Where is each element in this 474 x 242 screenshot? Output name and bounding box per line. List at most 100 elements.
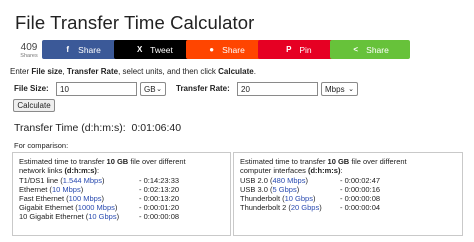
rate-link[interactable]: 20 Gbps bbox=[291, 203, 319, 212]
transfer-rate-unit-select[interactable]: Mbps ⌄ bbox=[321, 82, 358, 96]
share-button-label: Share bbox=[366, 44, 389, 55]
panel-heading: Estimated time to transfer 10 GB file ov… bbox=[240, 157, 456, 175]
rate-link[interactable]: 10 Mbps bbox=[52, 185, 81, 194]
share-button[interactable]: X Tweet bbox=[114, 40, 194, 59]
share-button[interactable]: f Share bbox=[42, 40, 122, 59]
link-name: ) bbox=[114, 203, 118, 212]
share-button-label: Tweet bbox=[150, 44, 173, 55]
transfer-time-result: Transfer Time (d:h:m:s): 0:01:06:40 bbox=[14, 122, 181, 134]
link-name: Gigabit Ethernet ( bbox=[19, 203, 78, 212]
result-value: 0:01:06:40 bbox=[131, 122, 182, 134]
list-item: 10 Gigabit Ethernet (10 Gbps) - 0:00:00:0… bbox=[19, 212, 224, 221]
rate-link[interactable]: 1.544 Mbps bbox=[63, 176, 102, 185]
instructions-bold: File size bbox=[31, 67, 63, 76]
transfer-time-value: - 0:14:23:33 bbox=[139, 176, 180, 185]
heading-bold: (d:h:m:s) bbox=[64, 166, 97, 175]
heading-text: Estimated time to transfer bbox=[240, 157, 328, 166]
transfer-time-value: - 0:00:13:20 bbox=[139, 194, 180, 203]
heading-text: file over different bbox=[349, 157, 407, 166]
list-item: Fast Ethernet (100 Mbps) - 0:00:13:20 bbox=[19, 194, 224, 203]
instructions-text: . bbox=[253, 67, 256, 76]
share-button-label: Share bbox=[222, 44, 245, 55]
transfer-time-value: - 0:00:00:04 bbox=[340, 203, 381, 212]
file-size-input[interactable]: 10 bbox=[56, 82, 137, 96]
link-name: ) bbox=[312, 194, 316, 203]
list-item: Thunderbolt 2 (20 Gbps) - 0:00:00:04 bbox=[240, 203, 456, 212]
share-count: 409 Shares bbox=[16, 43, 42, 60]
chevron-down-icon: ⌄ bbox=[348, 86, 354, 93]
list-item: Ethernet (10 Mbps) - 0:02:13:20 bbox=[19, 185, 224, 194]
instructions-bold: Calculate bbox=[218, 67, 254, 76]
heading-bold: (d:h:m:s) bbox=[307, 166, 341, 175]
share-count-number: 409 bbox=[20, 42, 38, 53]
share-icon: < bbox=[353, 45, 358, 54]
list-item: T1/DS1 line (1.544 Mbps) - 0:14:23:33 bbox=[19, 176, 224, 185]
link-name: ) bbox=[116, 212, 120, 221]
rate-link[interactable]: 480 Mbps bbox=[273, 176, 306, 185]
link-name: ) bbox=[305, 176, 308, 185]
reddit-icon: ● bbox=[209, 45, 215, 54]
link-name: USB 2.0 ( bbox=[240, 176, 273, 185]
link-name: T1/DS1 line ( bbox=[19, 176, 63, 185]
panel-heading: Estimated time to transfer 10 GB file ov… bbox=[19, 157, 224, 175]
link-name: ) bbox=[296, 185, 300, 194]
list-item: USB 3.0 (5 Gbps) - 0:00:00:16 bbox=[240, 185, 456, 194]
instructions: Enter File size, Transfer Rate, select u… bbox=[10, 67, 256, 76]
file-size-unit-select[interactable]: GB ⌄ bbox=[140, 82, 166, 96]
rate-link[interactable]: 10 Gbps bbox=[88, 212, 116, 221]
calculate-button[interactable]: Calculate bbox=[13, 99, 55, 112]
share-button[interactable]: P Pin bbox=[258, 40, 338, 59]
rate-link[interactable]: 10 Gbps bbox=[285, 194, 313, 203]
transfer-time-value: - 0:00:01:20 bbox=[139, 203, 180, 212]
link-name: Thunderbolt 2 ( bbox=[240, 203, 291, 212]
link-name: ) bbox=[101, 176, 105, 185]
heading-text: network links bbox=[19, 166, 65, 175]
link-name: ) bbox=[319, 203, 322, 212]
file-size-unit-value: GB bbox=[144, 85, 156, 94]
file-size-label: File Size: bbox=[14, 84, 49, 93]
rate-link[interactable]: 100 Mbps bbox=[69, 194, 102, 203]
heading-text: : bbox=[340, 166, 343, 175]
chevron-down-icon: ⌄ bbox=[156, 86, 162, 93]
rate-link[interactable]: 1000 Mbps bbox=[78, 203, 115, 212]
transfer-time-value: - 0:00:02:47 bbox=[340, 176, 381, 185]
share-button-label: Share bbox=[78, 44, 101, 55]
share-button[interactable]: < Share bbox=[330, 40, 410, 59]
heading-bold: 10 GB bbox=[106, 157, 129, 166]
transfer-rate-label: Transfer Rate: bbox=[176, 84, 230, 93]
list-item: USB 2.0 (480 Mbps) - 0:00:02:47 bbox=[240, 176, 456, 185]
link-name: Fast Ethernet ( bbox=[19, 194, 69, 203]
list-item: Gigabit Ethernet (1000 Mbps) - 0:00:01:20 bbox=[19, 203, 224, 212]
heading-bold: 10 GB bbox=[327, 157, 350, 166]
link-name: USB 3.0 ( bbox=[240, 185, 273, 194]
pinterest-icon: P bbox=[286, 45, 292, 54]
link-name: Ethernet ( bbox=[19, 185, 52, 194]
rate-link[interactable]: 5 Gbps bbox=[273, 185, 297, 194]
heading-text: file over different bbox=[128, 157, 186, 166]
share-count-label: Shares bbox=[20, 53, 38, 59]
link-name: ) bbox=[80, 185, 84, 194]
heading-text: computer interfaces bbox=[240, 166, 308, 175]
page-title: File Transfer Time Calculator bbox=[15, 12, 255, 33]
heading-text: : bbox=[96, 166, 100, 175]
instructions-text: , select units, and then click bbox=[118, 67, 219, 76]
transfer-time-value: - 0:00:00:16 bbox=[340, 185, 381, 194]
computer-interfaces-panel: Estimated time to transfer 10 GB file ov… bbox=[233, 152, 463, 236]
list-item: Thunderbolt (10 Gbps) - 0:00:00:08 bbox=[240, 194, 456, 203]
heading-text: Estimated time to transfer bbox=[19, 157, 107, 166]
comparison-label: For comparison: bbox=[14, 141, 69, 150]
link-name: 10 Gigabit Ethernet ( bbox=[19, 212, 89, 221]
link-name: ) bbox=[101, 194, 105, 203]
link-name: Thunderbolt ( bbox=[240, 194, 285, 203]
transfer-time-value: - 0:02:13:20 bbox=[139, 185, 180, 194]
x-icon: X bbox=[136, 45, 143, 54]
share-button[interactable]: ● Share bbox=[186, 40, 266, 59]
share-button-label: Pin bbox=[299, 44, 312, 55]
transfer-rate-unit-value: Mbps bbox=[325, 85, 345, 94]
transfer-time-value: - 0:00:00:08 bbox=[139, 212, 180, 221]
instructions-text: Enter bbox=[10, 67, 32, 76]
instructions-bold: Transfer Rate bbox=[66, 67, 119, 76]
transfer-time-value: - 0:00:00:08 bbox=[340, 194, 381, 203]
network-links-panel: Estimated time to transfer 10 GB file ov… bbox=[12, 152, 231, 236]
transfer-rate-input[interactable]: 20 bbox=[237, 82, 318, 96]
